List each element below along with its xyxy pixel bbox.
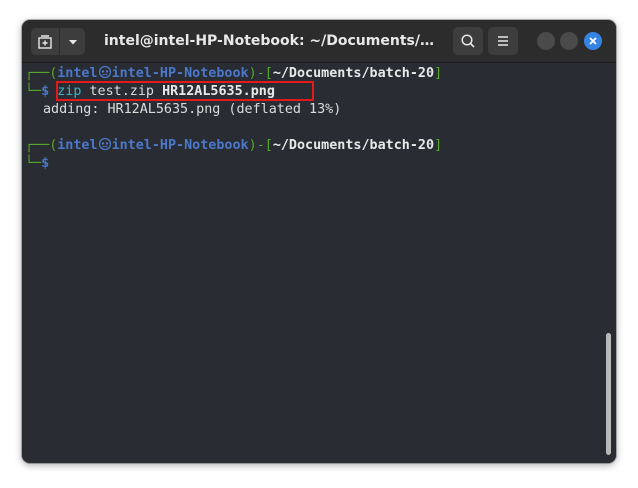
prompt-bracket-close: ]: [434, 66, 443, 81]
prompt-path: ~/Documents/batch-20: [272, 138, 435, 153]
prompt-line-2: ┌──(intel intel-HP-Notebook)-[~/Documents…: [25, 137, 442, 155]
command-output: adding: HR12AL5635.png (deflated 13%): [43, 102, 342, 117]
new-tab-icon: [38, 34, 52, 49]
prompt-dash: -: [256, 66, 265, 81]
search-button[interactable]: [453, 27, 483, 55]
close-icon: [589, 37, 597, 45]
scrollbar[interactable]: [606, 63, 612, 463]
new-tab-button[interactable]: [31, 28, 59, 55]
maximize-button[interactable]: [560, 32, 578, 50]
kali-skull-icon: [98, 65, 111, 79]
prompt-symbol: $: [41, 156, 50, 171]
prompt-path: ~/Documents/batch-20: [272, 66, 435, 81]
highlight-annotation-box: [56, 81, 314, 101]
prompt-bracket-close: ]: [434, 138, 443, 153]
main-menu-button[interactable]: [488, 27, 518, 55]
command-line-2: └─$: [25, 155, 49, 173]
prompt-user: intel: [57, 66, 98, 81]
scrollbar-thumb[interactable]: [606, 333, 611, 455]
close-button[interactable]: [584, 32, 602, 50]
prompt-corner-bottom: └─: [25, 84, 42, 99]
prompt-paren-close: ): [248, 66, 257, 81]
search-icon: [461, 34, 475, 48]
tab-menu-dropdown-button[interactable]: [60, 28, 85, 55]
prompt-corner-top: ┌──: [25, 66, 50, 81]
prompt-corner-top: ┌──: [25, 138, 50, 153]
prompt-corner-bottom: └─: [25, 156, 42, 171]
prompt-user: intel: [57, 138, 98, 153]
prompt-symbol: $: [41, 84, 50, 99]
hamburger-icon: [498, 36, 508, 46]
prompt-host: intel-HP-Notebook: [111, 138, 249, 153]
prompt-bracket-open: [: [264, 66, 273, 81]
kali-skull-icon: [98, 137, 111, 151]
prompt-dash: -: [256, 138, 265, 153]
prompt-paren-close: ): [248, 138, 257, 153]
minimize-button[interactable]: [537, 32, 555, 50]
window-title: intel@intel-HP-Notebook: ~/Documents/bat…: [104, 33, 439, 49]
terminal-output-area[interactable]: ┌──(intel intel-HP-Notebook)-[~/Documents…: [22, 63, 616, 463]
prompt-bracket-open: [: [264, 138, 273, 153]
terminal-window: intel@intel-HP-Notebook: ~/Documents/bat…: [22, 20, 616, 463]
prompt-host: intel-HP-Notebook: [111, 66, 249, 81]
titlebar: intel@intel-HP-Notebook: ~/Documents/bat…: [22, 20, 616, 63]
chevron-down-icon: [68, 39, 77, 44]
